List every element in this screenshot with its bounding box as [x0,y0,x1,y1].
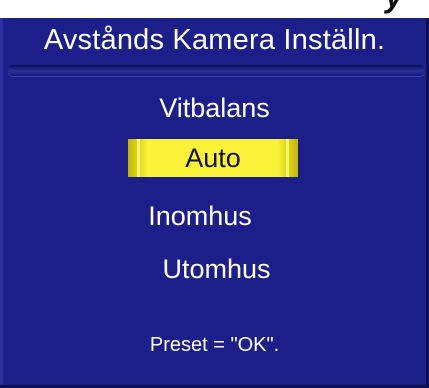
preset-hint: Preset = "OK". [149,334,280,356]
option-inomhus[interactable]: Inomhus [0,201,400,232]
top-strip: y [0,0,429,18]
menu-heading: Vitbalans [159,93,270,123]
screen-title: Avstånds Kamera Inställn. [43,23,386,56]
camera-settings-screen: y Avstånds Kamera Inställn. Vitbalans Au… [0,0,429,388]
option-auto[interactable]: Auto [128,139,298,177]
cropped-glyph: y [385,0,403,15]
option-utomhus[interactable]: Utomhus [0,254,429,285]
title-divider [8,65,425,76]
